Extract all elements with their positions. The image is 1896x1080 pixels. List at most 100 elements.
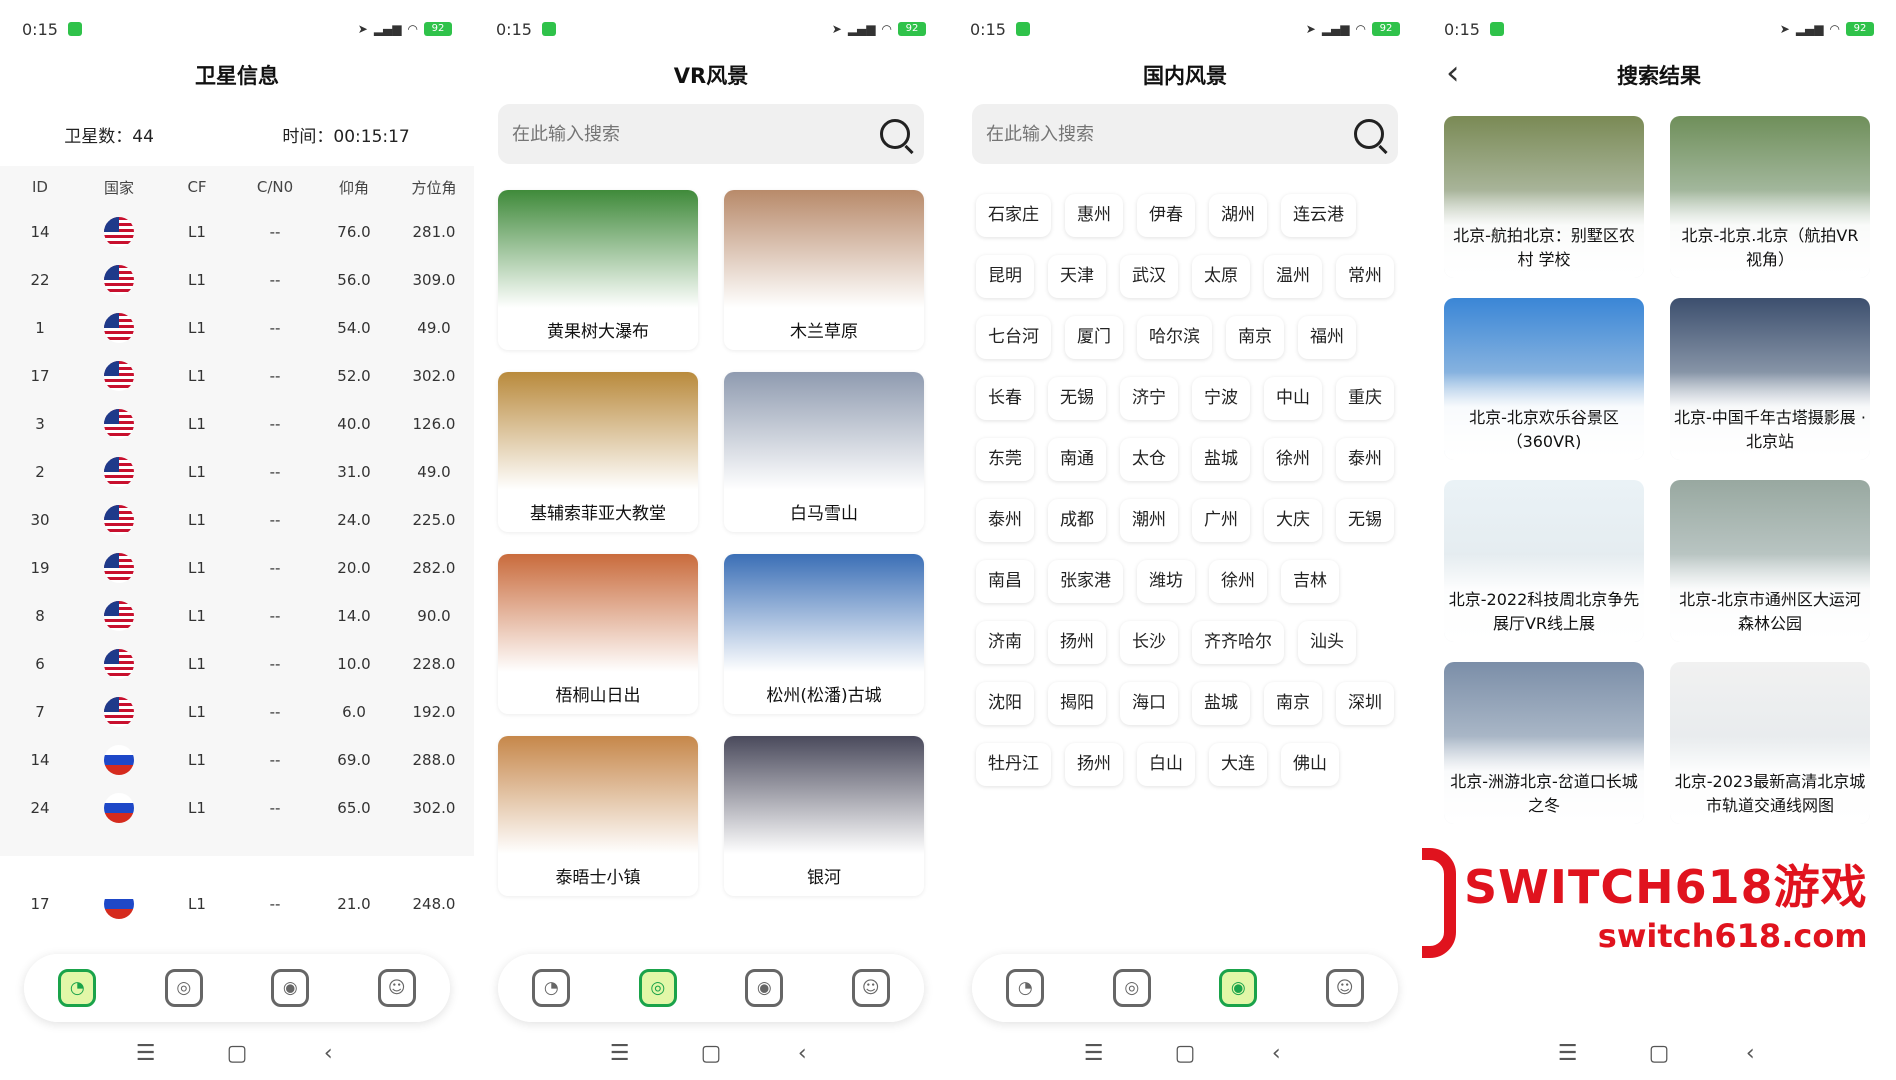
result-card[interactable]: 北京-洲游北京-岔道口长城之冬 [1444,662,1644,824]
city-chip[interactable]: 广州 [1192,499,1250,542]
result-card[interactable]: 北京-北京.北京（航拍VR视角） [1670,116,1870,278]
result-card[interactable]: 北京-中国千年古塔摄影展 · 北京站 [1670,298,1870,460]
city-chip[interactable]: 常州 [1336,255,1394,298]
city-chip[interactable]: 沈阳 [976,682,1034,725]
city-chip[interactable]: 徐州 [1209,560,1267,603]
city-chip[interactable]: 海口 [1120,682,1178,725]
result-card[interactable]: 北京-航拍北京：别墅区农村 学校 [1444,116,1644,278]
city-chip[interactable]: 湖州 [1209,194,1267,237]
city-chip[interactable]: 重庆 [1336,377,1394,420]
vr-card[interactable]: 白马雪山 [724,372,924,532]
city-chip[interactable]: 无锡 [1048,377,1106,420]
city-chip[interactable]: 大连 [1209,743,1267,786]
camera-tab-icon[interactable]: ◉ [745,969,784,1007]
result-card[interactable]: 北京-2022科技周北京争先展厅VR线上展 [1444,480,1644,642]
city-chip[interactable]: 南京 [1264,682,1322,725]
city-chip[interactable]: 齐齐哈尔 [1192,621,1284,664]
vr-tab-icon[interactable]: ◎ [1112,969,1151,1007]
profile-tab-icon[interactable]: ☺ [1325,969,1364,1007]
satellite-tab-icon[interactable]: ◔ [1006,969,1045,1007]
city-chip[interactable]: 天津 [1048,255,1106,298]
city-chip[interactable]: 温州 [1264,255,1322,298]
search-input[interactable] [986,123,1354,145]
city-chip[interactable]: 盐城 [1192,682,1250,725]
city-chip[interactable]: 东莞 [976,438,1034,481]
satellite-tab-icon[interactable]: ◔ [532,969,571,1007]
vr-card-label: 黄果树大瀑布 [547,321,649,342]
menu-icon[interactable]: ☰ [1074,1041,1114,1066]
camera-tab-icon[interactable]: ◉ [1219,969,1258,1007]
profile-tab-icon[interactable]: ☺ [851,969,890,1007]
camera-tab-icon[interactable]: ◉ [271,969,310,1007]
result-card[interactable]: 北京-2023最新高清北京城市轨道交通线网图 [1670,662,1870,824]
result-card[interactable]: 北京-北京市通州区大运河森林公园 [1670,480,1870,642]
city-chip[interactable]: 武汉 [1120,255,1178,298]
city-chip[interactable]: 泰州 [1336,438,1394,481]
city-chip[interactable]: 南昌 [976,560,1034,603]
vr-card[interactable]: 松州(松潘)古城 [724,554,924,714]
satellite-tab-icon[interactable]: ◔ [58,969,97,1007]
city-chip[interactable]: 徐州 [1264,438,1322,481]
search-input[interactable] [512,123,880,145]
city-chip[interactable]: 潮州 [1120,499,1178,542]
city-chip[interactable]: 汕头 [1298,621,1356,664]
city-chip[interactable]: 牡丹江 [976,743,1051,786]
search-icon[interactable] [1354,119,1384,149]
profile-tab-icon[interactable]: ☺ [377,969,416,1007]
back-nav-icon[interactable]: ‹ [782,1041,822,1066]
back-nav-icon[interactable]: ‹ [308,1041,348,1066]
vr-tab-icon[interactable]: ◎ [638,969,677,1007]
city-chip[interactable]: 伊春 [1137,194,1195,237]
city-chip[interactable]: 白山 [1137,743,1195,786]
city-chip[interactable]: 成都 [1048,499,1106,542]
city-chip[interactable]: 中山 [1264,377,1322,420]
menu-icon[interactable]: ☰ [126,1041,166,1066]
vr-card[interactable]: 木兰草原 [724,190,924,350]
city-chip[interactable]: 济宁 [1120,377,1178,420]
city-chip[interactable]: 长春 [976,377,1034,420]
city-chip[interactable]: 宁波 [1192,377,1250,420]
city-chip[interactable]: 七台河 [976,316,1051,359]
city-chip[interactable]: 吉林 [1281,560,1339,603]
vr-card[interactable]: 基辅索菲亚大教堂 [498,372,698,532]
city-chip[interactable]: 扬州 [1065,743,1123,786]
city-chip[interactable]: 佛山 [1281,743,1339,786]
home-icon[interactable]: ▢ [1639,1041,1679,1066]
city-chip[interactable]: 昆明 [976,255,1034,298]
menu-icon[interactable]: ☰ [1548,1041,1588,1066]
city-chip[interactable]: 太仓 [1120,438,1178,481]
vr-card[interactable]: 黄果树大瀑布 [498,190,698,350]
city-chip[interactable]: 南京 [1226,316,1284,359]
city-chip[interactable]: 揭阳 [1048,682,1106,725]
city-chip[interactable]: 长沙 [1120,621,1178,664]
vr-card[interactable]: 银河 [724,736,924,896]
vr-card[interactable]: 泰晤士小镇 [498,736,698,896]
back-nav-icon[interactable]: ‹ [1256,1041,1296,1066]
city-chip[interactable]: 张家港 [1048,560,1123,603]
city-chip[interactable]: 无锡 [1336,499,1394,542]
vr-card[interactable]: 梧桐山日出 [498,554,698,714]
result-card[interactable]: 北京-北京欢乐谷景区（360VR) [1444,298,1644,460]
home-icon[interactable]: ▢ [691,1041,731,1066]
menu-icon[interactable]: ☰ [600,1041,640,1066]
city-chip[interactable]: 深圳 [1336,682,1394,725]
city-chip[interactable]: 盐城 [1192,438,1250,481]
city-chip[interactable]: 济南 [976,621,1034,664]
city-chip[interactable]: 福州 [1298,316,1356,359]
home-icon[interactable]: ▢ [217,1041,257,1066]
search-icon[interactable] [880,119,910,149]
city-chip[interactable]: 南通 [1048,438,1106,481]
city-chip[interactable]: 石家庄 [976,194,1051,237]
city-chip[interactable]: 泰州 [976,499,1034,542]
city-chip[interactable]: 潍坊 [1137,560,1195,603]
home-icon[interactable]: ▢ [1165,1041,1205,1066]
city-chip[interactable]: 厦门 [1065,316,1123,359]
city-chip[interactable]: 大庆 [1264,499,1322,542]
back-nav-icon[interactable]: ‹ [1730,1041,1770,1066]
city-chip[interactable]: 惠州 [1065,194,1123,237]
vr-tab-icon[interactable]: ◎ [164,969,203,1007]
city-chip[interactable]: 哈尔滨 [1137,316,1212,359]
city-chip[interactable]: 连云港 [1281,194,1356,237]
city-chip[interactable]: 扬州 [1048,621,1106,664]
city-chip[interactable]: 太原 [1192,255,1250,298]
